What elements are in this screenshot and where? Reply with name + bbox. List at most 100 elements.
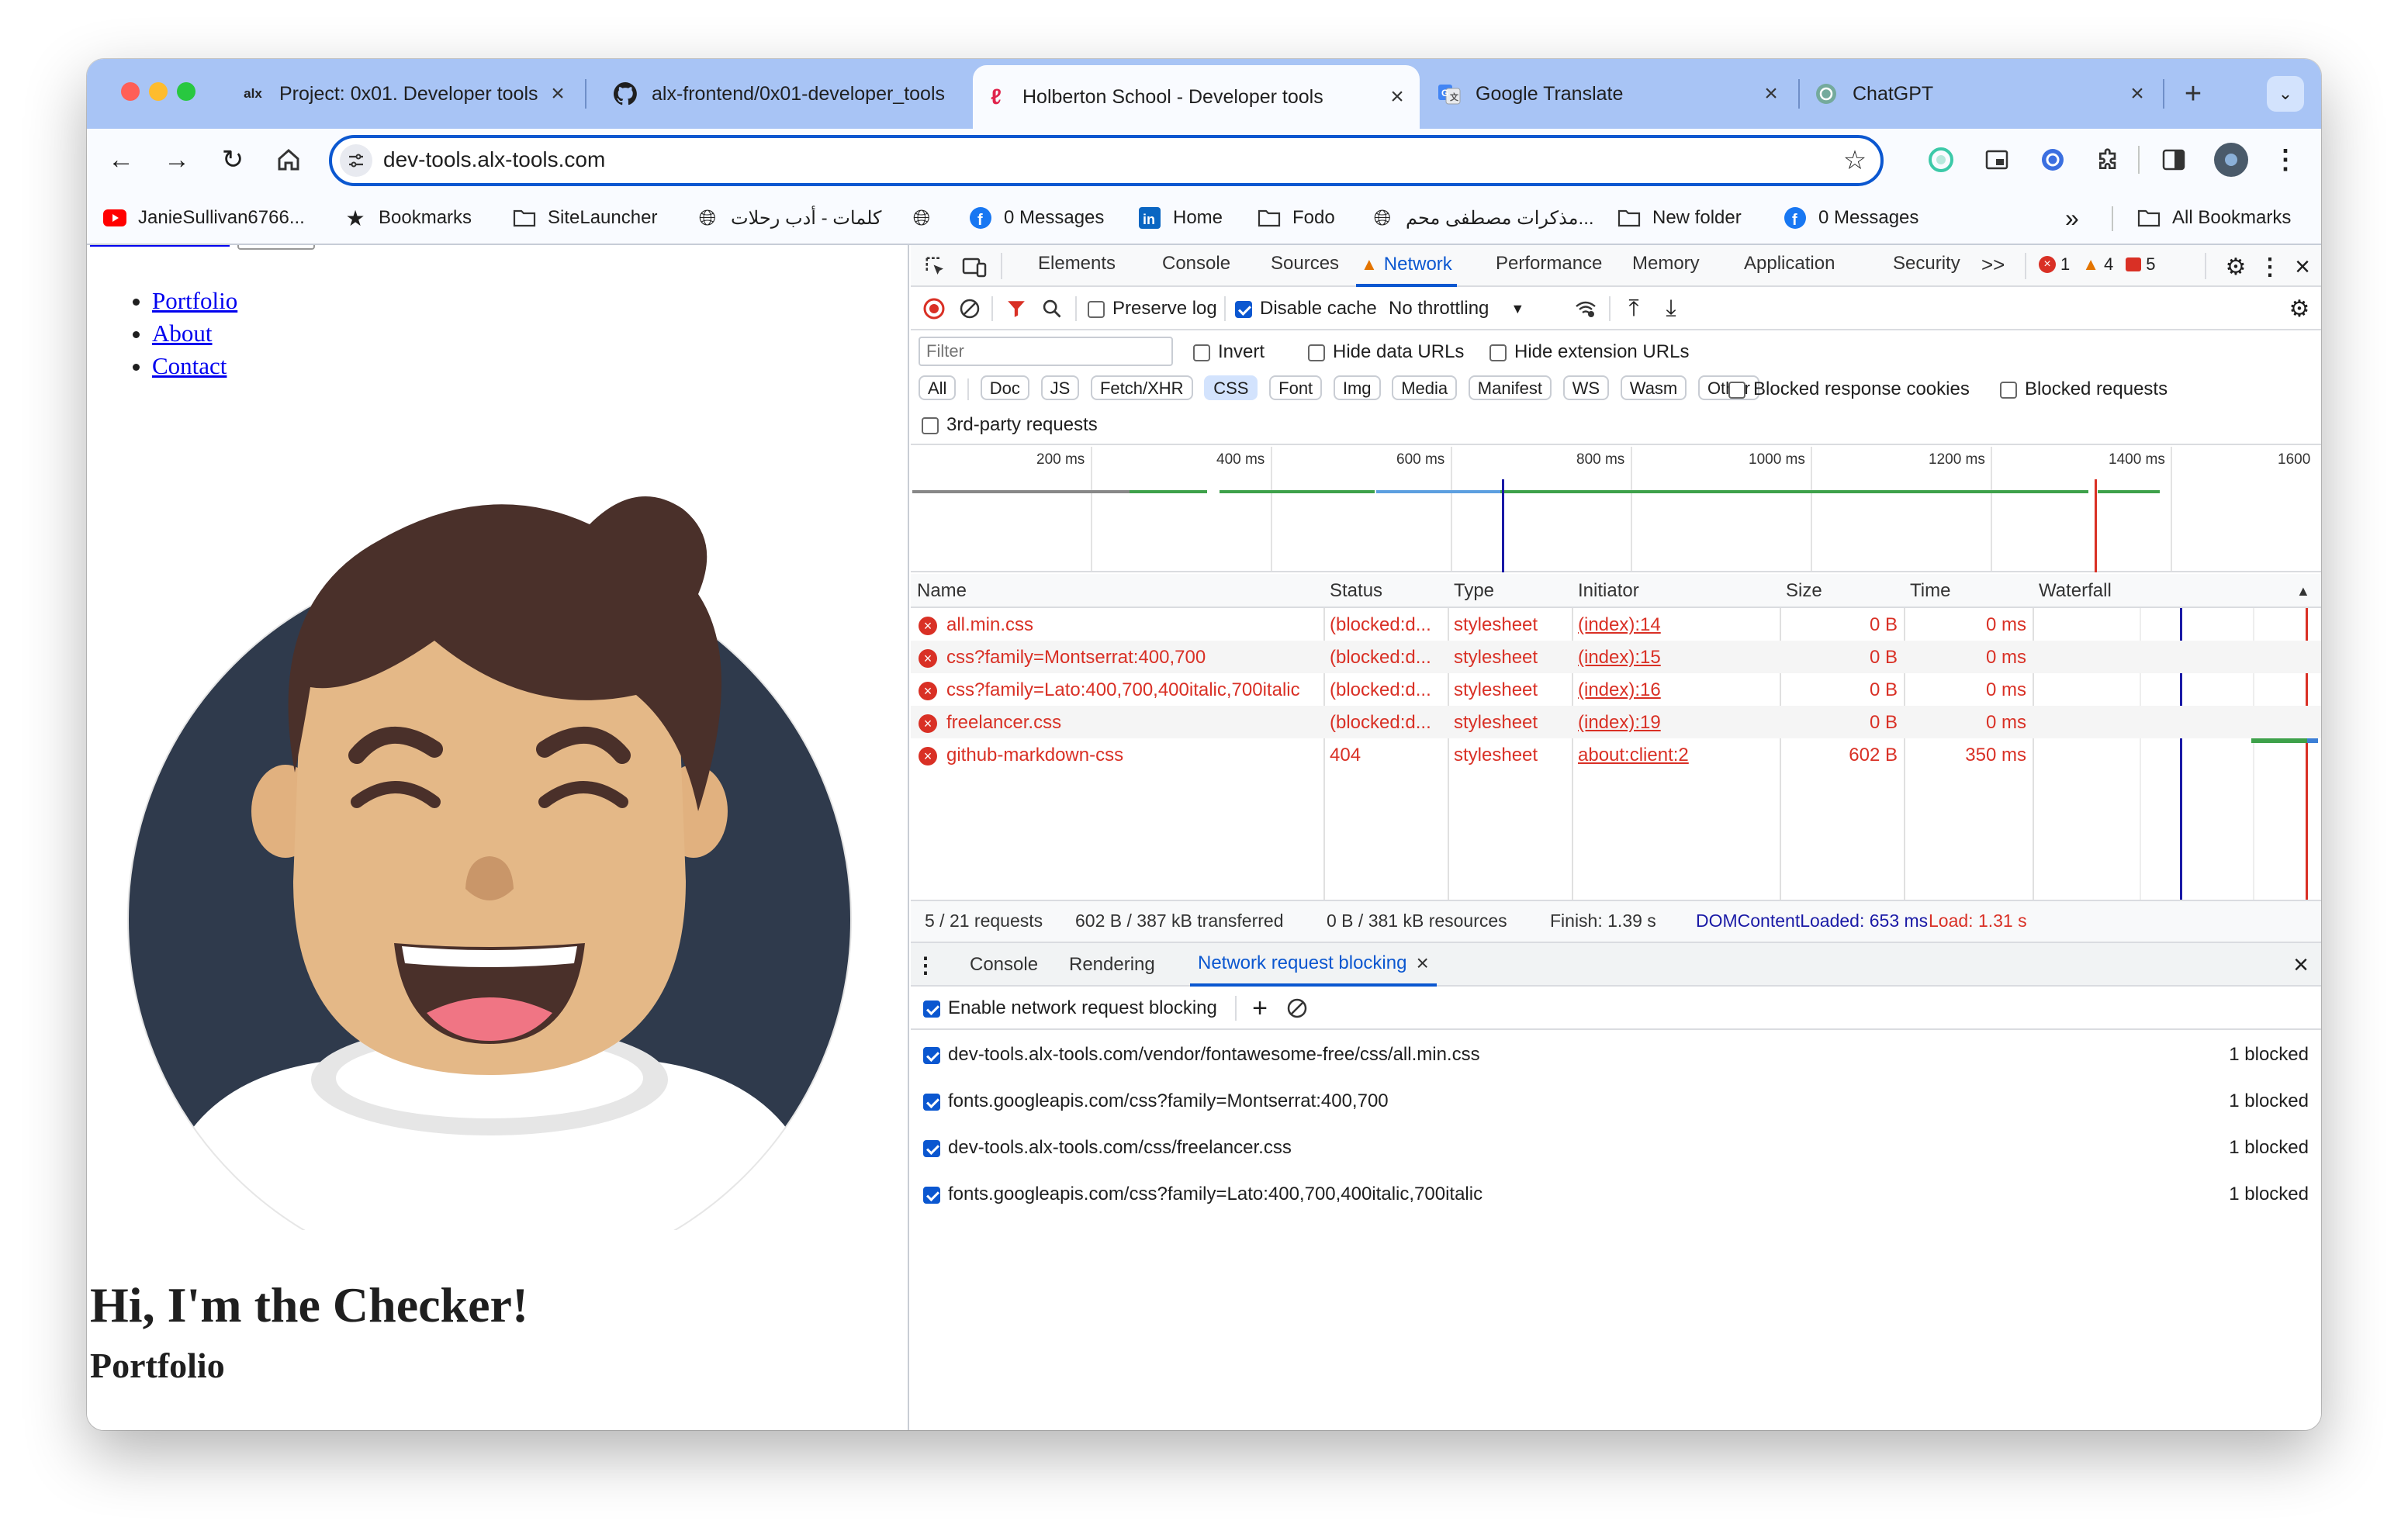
filter-input[interactable] [919,337,1173,366]
column-name[interactable]: Name [917,580,967,602]
issue-counters[interactable]: × 1 ▲ 4 5 [2039,254,2156,275]
enable-blocking-toggle[interactable]: Enable network request blocking [923,997,1217,1019]
import-har-upload-icon[interactable]: ⤒ [1620,295,1648,323]
all-bookmarks[interactable]: All Bookmarks [2136,203,2291,233]
pattern-checkbox[interactable] [923,1046,940,1064]
pattern-checkbox[interactable] [923,1186,940,1204]
pattern-toggle[interactable]: dev-tools.alx-tools.com/vendor/fontaweso… [923,1044,1480,1066]
table-row[interactable]: × github-markdown-css 404 stylesheet abo… [911,738,2321,771]
address-bar[interactable]: dev-tools.alx-tools.com ☆ [329,135,1884,186]
tab-network[interactable]: ▲ Network [1356,245,1457,287]
enable-blocking-checkbox[interactable] [923,1000,940,1018]
export-har-download-icon[interactable]: ⤓ [1657,295,1685,323]
bookmark-messages[interactable]: f 0 Messages [968,203,1104,233]
tab-translate[interactable]: G文 Google Translate × [1426,67,1794,121]
filter-ws[interactable]: WS [1562,375,1610,400]
hide-extension-urls-toggle[interactable]: Hide extension URLs [1489,341,1689,363]
tab-memory[interactable]: Memory [1632,253,1700,275]
blocked-pattern-row[interactable]: dev-tools.alx-tools.com/css/freelancer.c… [911,1125,2321,1171]
bookmark-home[interactable]: in Home [1137,203,1223,233]
request-initiator-link[interactable]: about:client:2 [1578,745,1689,766]
clear-icon[interactable] [956,295,984,323]
url-text[interactable]: dev-tools.alx-tools.com [383,147,605,172]
request-initiator-link[interactable]: (index):14 [1578,614,1661,636]
tab-sources[interactable]: Sources [1271,253,1339,275]
blocked-requests-checkbox[interactable] [2000,381,2017,399]
network-settings-gear-icon[interactable]: ⚙ [2285,295,2313,323]
network-conditions-wifi-icon[interactable] [1572,295,1600,323]
bookmark-bookmarks[interactable]: ★ Bookmarks [343,203,472,233]
tab-holberton[interactable]: ℓ Holberton School - Developer tools × [973,65,1420,129]
filter-doc[interactable]: Doc [980,375,1029,400]
remove-all-patterns-icon[interactable] [1282,993,1313,1024]
tab-chatgpt[interactable]: ChatGPT × [1803,67,2160,121]
blocked-pattern-row[interactable]: fonts.googleapis.com/css?family=Montserr… [911,1078,2321,1125]
search-icon[interactable] [1038,295,1066,323]
tab-search-chevron-down-icon[interactable]: ⌄ [2267,76,2304,112]
tab-console[interactable]: Console [1162,253,1230,275]
bookmark-youtube[interactable]: JanieSullivan6766... [102,203,305,233]
more-menu-icon[interactable]: ⋮ [2270,143,2301,177]
request-initiator-link[interactable]: (index):15 [1578,647,1661,669]
request-initiator-link[interactable]: (index):19 [1578,712,1661,734]
tab-elements[interactable]: Elements [1038,253,1116,275]
nav-link-portfolio[interactable]: Portfolio [152,287,237,314]
column-status[interactable]: Status [1330,580,1382,602]
forward-arrow-icon[interactable]: → [157,140,197,180]
column-waterfall[interactable]: Waterfall [2039,580,2112,602]
filter-js[interactable]: JS [1040,375,1080,400]
filter-media[interactable]: Media [1392,375,1458,400]
request-initiator-link[interactable]: (index):16 [1578,679,1661,701]
close-icon[interactable]: × [546,81,569,107]
maximize-window-button[interactable] [177,82,195,101]
pattern-checkbox[interactable] [923,1093,940,1111]
reload-icon[interactable]: ↻ [213,140,253,180]
close-icon[interactable]: × [1416,951,1428,976]
filter-funnel-icon[interactable] [1002,295,1030,323]
back-arrow-icon[interactable]: ← [101,140,141,180]
inspect-element-icon[interactable] [920,251,951,282]
settings-gear-icon[interactable]: ⚙ [2220,251,2251,282]
filter-css[interactable]: CSS [1204,375,1258,400]
clipped-link[interactable] [90,245,230,247]
third-party-checkbox[interactable] [922,416,939,434]
tab-github[interactable]: alx-frontend/0x01-developer_tools × [602,67,1030,121]
filter-font[interactable]: Font [1269,375,1323,400]
tab-security[interactable]: Security [1893,253,1960,275]
column-size[interactable]: Size [1786,580,1822,602]
table-row[interactable]: × freelancer.css (blocked:d... styleshee… [911,706,2321,738]
tab-project[interactable]: alx Project: 0x01. Developer tools × [230,67,580,121]
home-icon[interactable] [268,140,309,180]
blocked-cookies-checkbox[interactable] [1728,381,1745,399]
side-panel-icon[interactable] [2158,144,2189,175]
record-stop-icon[interactable] [920,295,948,323]
minimize-window-button[interactable] [149,82,168,101]
tab-performance[interactable]: Performance [1496,253,1602,275]
bookmark-messages-2[interactable]: f 0 Messages [1783,203,1918,233]
bookmark-new-folder[interactable]: New folder [1617,203,1742,233]
close-devtools-icon[interactable]: × [2287,251,2318,282]
more-bookmarks-chevron-icon[interactable]: » [2065,203,2079,233]
profile-avatar[interactable] [2214,143,2248,177]
nav-link-contact[interactable]: Contact [152,352,227,379]
site-info-icon[interactable] [340,144,372,177]
pattern-toggle[interactable]: dev-tools.alx-tools.com/css/freelancer.c… [923,1137,1292,1159]
pattern-toggle[interactable]: fonts.googleapis.com/css?family=Lato:400… [923,1184,1483,1205]
device-toolbar-icon[interactable] [959,251,990,282]
filter-manifest[interactable]: Manifest [1468,375,1552,400]
close-icon[interactable]: × [1759,81,1783,107]
table-row[interactable]: × css?family=Lato:400,700,400italic,700i… [911,673,2321,706]
vpn-extension-icon[interactable] [2037,144,2068,175]
pattern-checkbox[interactable] [923,1139,940,1157]
throttling-select[interactable]: No throttling ▼ [1389,298,1524,320]
add-pattern-plus-icon[interactable]: + [1244,993,1275,1024]
pattern-toggle[interactable]: fonts.googleapis.com/css?family=Montserr… [923,1090,1389,1112]
nav-link-about[interactable]: About [152,320,213,347]
drawer-tab-console[interactable]: Console [970,954,1038,976]
table-row[interactable]: × all.min.css (blocked:d... stylesheet (… [911,608,2321,641]
table-row[interactable]: × css?family=Montserrat:400,700 (blocked… [911,641,2321,673]
menu-button[interactable] [237,245,315,250]
extensions-puzzle-icon[interactable] [2093,144,2124,175]
close-drawer-icon[interactable]: × [2285,949,2316,980]
tab-application[interactable]: Application [1744,253,1835,275]
